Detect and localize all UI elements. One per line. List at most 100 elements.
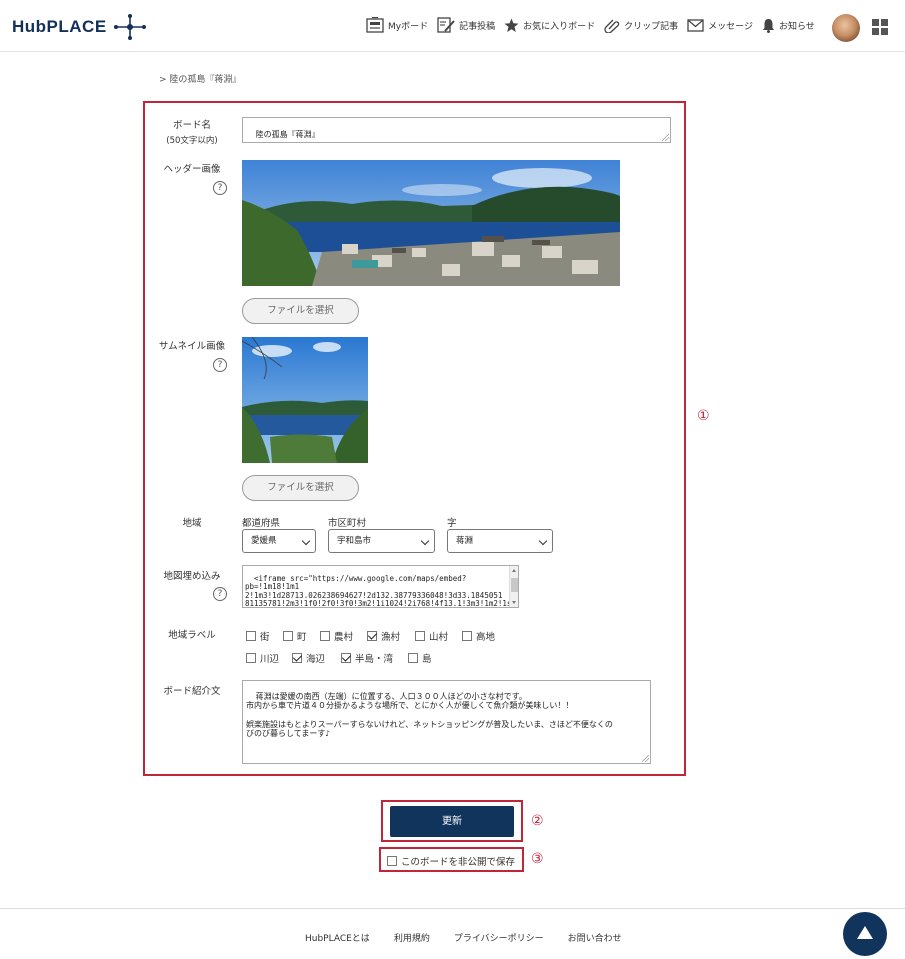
checkbox-label: 漁村: [381, 632, 401, 643]
star-icon: [504, 18, 519, 32]
board-name-value: 陸の孤島『蒋淵』: [255, 129, 320, 139]
region-label-checkbox[interactable]: 山村: [415, 629, 448, 643]
site-header: HubPLACE Myボード 記事投稿 お気に入りボード クリップ記事 メッセー…: [0, 0, 905, 52]
board-name-input[interactable]: 陸の孤島『蒋淵』: [242, 117, 671, 143]
aza-select[interactable]: 蒋淵: [447, 529, 553, 553]
private-save-label: このボードを非公開で保存: [401, 857, 516, 868]
checkbox-box[interactable]: [367, 631, 377, 641]
board-icon: [366, 17, 384, 33]
region-label-checkbox[interactable]: 街: [246, 629, 270, 643]
nav-clip-articles[interactable]: クリップ記事: [604, 18, 678, 33]
footer-link-privacy[interactable]: プライバシーポリシー: [454, 931, 544, 944]
aza-value: 蒋淵: [456, 536, 474, 546]
nav-my-board[interactable]: Myボード: [366, 17, 428, 33]
checkbox-box[interactable]: [320, 631, 330, 641]
checkbox-box[interactable]: [462, 631, 472, 641]
region-label-checkbox[interactable]: 半島・湾: [341, 651, 393, 665]
pencil-icon: [437, 17, 455, 33]
description-textarea[interactable]: 蒋淵は愛媛の南西（左端）に位置する、人口３００人ほどの小さな村です。 市内から車…: [242, 680, 651, 764]
checkbox-box[interactable]: [387, 856, 397, 866]
checkbox-box[interactable]: [292, 653, 302, 663]
user-avatar[interactable]: [832, 14, 860, 42]
app-grid-icon[interactable]: [872, 19, 888, 35]
region-label-checkbox[interactable]: 町: [283, 629, 307, 643]
private-save-checkbox[interactable]: このボードを非公開で保存: [387, 854, 515, 868]
checkbox-label: 街: [260, 632, 270, 643]
checkbox-box[interactable]: [341, 653, 351, 663]
description-label: ボード紹介文: [163, 686, 221, 697]
nav-messages[interactable]: メッセージ: [687, 18, 753, 32]
nav-post-article[interactable]: 記事投稿: [437, 17, 495, 33]
prefecture-label: 都道府県: [242, 518, 281, 529]
map-embed-textarea[interactable]: <iframe src="https://www.google.com/maps…: [242, 565, 519, 608]
nav-favorite-boards[interactable]: お気に入りボード: [504, 18, 595, 33]
checkbox-box[interactable]: [408, 653, 418, 663]
thumbnail-label: サムネイル画像: [158, 341, 226, 352]
checkbox-label: 島: [422, 654, 432, 665]
region-label-checkbox[interactable]: 高地: [462, 629, 495, 643]
scroll-thumb[interactable]: [511, 578, 518, 592]
prefecture-select[interactable]: 愛媛県: [242, 529, 316, 553]
checkbox-label: 山村: [429, 632, 449, 643]
scroll-up-icon[interactable]: [512, 569, 516, 572]
bell-icon: [762, 18, 775, 33]
checkbox-label: 町: [297, 632, 307, 643]
nav-label: お知らせ: [778, 21, 815, 32]
map-embed-label: 地図埋め込み: [163, 571, 221, 582]
nav-label: 記事投稿: [459, 21, 496, 32]
nav-label: クリップ記事: [624, 21, 679, 32]
back-to-top-button[interactable]: [843, 912, 887, 956]
thumbnail-preview: [242, 337, 368, 463]
checkbox-label: 高地: [476, 632, 496, 643]
nav-notifications[interactable]: お知らせ: [762, 18, 815, 33]
nav-label: メッセージ: [708, 21, 753, 32]
breadcrumb[interactable]: > 陸の孤島『蒋淵』: [159, 72, 241, 85]
nav-label: お気に入りボード: [523, 21, 596, 32]
footer-link-terms[interactable]: 利用規約: [394, 931, 430, 944]
checkbox-label: 川辺: [260, 654, 280, 665]
checkbox-box[interactable]: [246, 631, 256, 641]
chevron-down-icon: [538, 536, 548, 546]
checkbox-label: 海辺: [306, 654, 326, 665]
update-button[interactable]: 更新: [390, 806, 514, 837]
map-embed-value: <iframe src="https://www.google.com/maps…: [245, 574, 519, 608]
checkbox-box[interactable]: [415, 631, 425, 641]
header-image-preview: [242, 160, 620, 286]
region-label-checkbox[interactable]: 漁村: [367, 629, 400, 643]
city-value: 宇和島市: [337, 536, 372, 546]
envelope-icon: [687, 18, 704, 32]
resize-grip[interactable]: [642, 755, 649, 762]
region-label-checkbox[interactable]: 農村: [320, 629, 353, 643]
thumbnail-help-icon[interactable]: ?: [213, 358, 227, 372]
footer-link-about[interactable]: HubPLACEとは: [305, 931, 370, 944]
aza-label: 字: [447, 518, 457, 529]
city-label: 市区町村: [328, 518, 367, 529]
logo-cross-icon: [113, 14, 146, 40]
map-embed-help-icon[interactable]: ?: [213, 587, 227, 601]
region-label: 地域: [182, 518, 202, 529]
logo-text: HubPLACE: [12, 17, 107, 36]
annotation-marker-2: ②: [531, 813, 544, 829]
site-footer: HubPLACEとは 利用規約 プライバシーポリシー お問い合わせ: [0, 908, 905, 959]
region-label-checkbox[interactable]: 海辺: [292, 651, 325, 665]
region-label-checkbox[interactable]: 島: [408, 651, 432, 665]
footer-link-contact[interactable]: お問い合わせ: [568, 931, 622, 944]
chevron-down-icon: [420, 536, 430, 546]
chevron-down-icon: [301, 536, 311, 546]
checkbox-box[interactable]: [246, 653, 256, 663]
site-logo[interactable]: HubPLACE: [12, 14, 147, 40]
region-label-checkbox[interactable]: 川辺: [246, 651, 279, 665]
header-image-file-button[interactable]: ファイルを選択: [242, 298, 359, 324]
header-image-help-icon[interactable]: ?: [213, 181, 227, 195]
map-embed-scrollbar[interactable]: [509, 566, 518, 607]
checkbox-box[interactable]: [283, 631, 293, 641]
header-nav: Myボード 記事投稿 お気に入りボード クリップ記事 メッセージ お知らせ: [366, 17, 824, 33]
board-name-label-text: ボード名: [172, 120, 211, 131]
checkbox-label: 半島・湾: [355, 654, 394, 665]
city-select[interactable]: 宇和島市: [328, 529, 435, 553]
thumbnail-file-button[interactable]: ファイルを選択: [242, 475, 359, 501]
resize-grip[interactable]: [662, 134, 669, 141]
scroll-down-icon[interactable]: [512, 601, 516, 604]
description-value: 蒋淵は愛媛の南西（左端）に位置する、人口３００人ほどの小さな村です。 市内から車…: [246, 692, 613, 739]
paperclip-icon: [604, 19, 620, 33]
